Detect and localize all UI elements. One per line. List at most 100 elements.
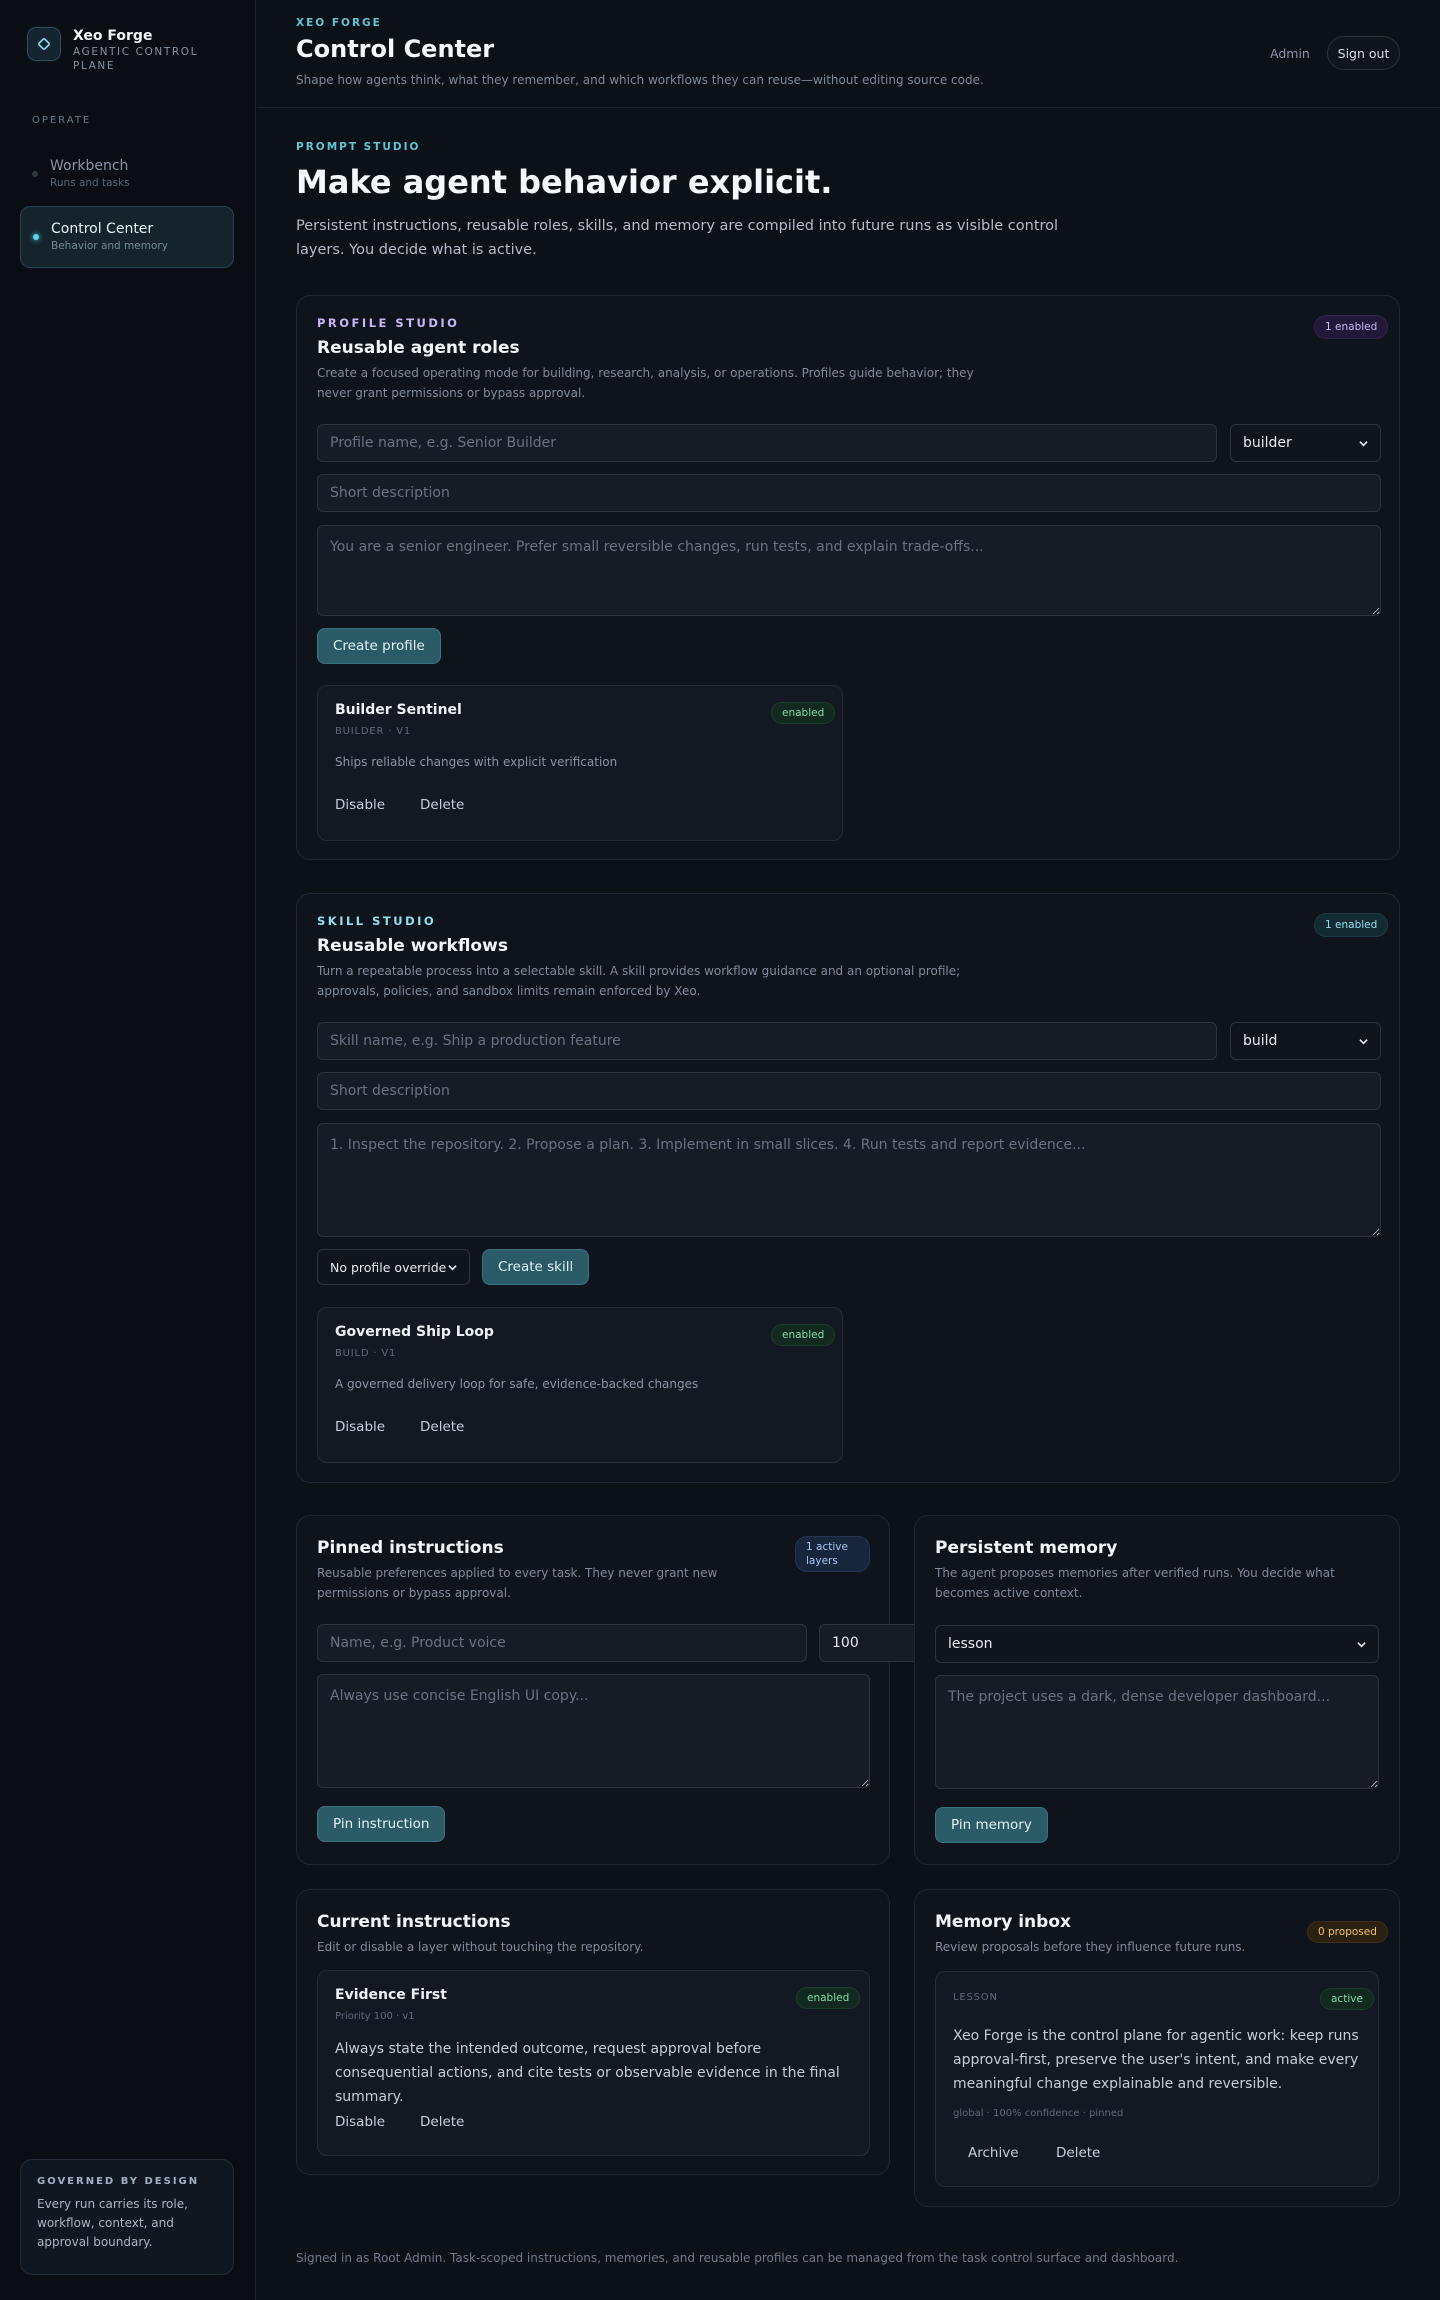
profile-role-value: builder [1243, 435, 1292, 451]
skill-type-select[interactable]: build [1230, 1022, 1381, 1060]
profile-enabled-badge: 1 enabled [1314, 315, 1389, 339]
memory-title: Persistent memory [935, 1538, 1118, 1558]
skill-studio-panel: SKILL STUDIO Reusable workflows Turn a r… [296, 893, 1400, 1483]
pin-memory-button[interactable]: Pin memory [935, 1807, 1048, 1843]
profile-override-value: No profile override [330, 1259, 447, 1275]
profile-studio-panel: PROFILE STUDIO Reusable agent roles Crea… [296, 295, 1400, 860]
page-title: Control Center [296, 35, 495, 63]
profile-override-select[interactable]: No profile override [317, 1249, 470, 1285]
governed-card: GOVERNED BY DESIGN Every run carries its… [20, 2159, 234, 2275]
pinned-instructions-panel: Pinned instructions Reusable preferences… [296, 1515, 929, 1865]
instruction-name-input[interactable] [317, 1624, 807, 1662]
disable-button[interactable]: Disable [320, 1412, 400, 1442]
instruction-card: Evidence First Priority 100 · v1 enabled… [317, 1970, 870, 2156]
current-instructions-panel: Current instructions Edit or disable a l… [296, 1889, 890, 2175]
skill-card-desc: A governed delivery loop for safe, evide… [335, 1377, 699, 1391]
brand-name: Xeo Forge [73, 28, 153, 44]
persistent-memory-panel: Persistent memory The agent proposes mem… [914, 1515, 1400, 1865]
memory-desc: The agent proposes memories after verifi… [935, 1566, 1335, 1600]
admin-label: Admin [1270, 46, 1310, 61]
sidebar-item-sublabel: Behavior and memory [51, 240, 168, 252]
profile-prompt-textarea[interactable] [317, 525, 1381, 616]
pinned-desc: Reusable preferences applied to every ta… [317, 1566, 718, 1600]
sidebar-item-workbench[interactable]: Workbench Runs and tasks [20, 144, 234, 206]
current-desc: Edit or disable a layer without touching… [317, 1940, 644, 1954]
memory-kind-select[interactable]: lesson [935, 1625, 1379, 1663]
sidebar-item-sublabel: Runs and tasks [50, 177, 130, 189]
nav-dot-icon [32, 171, 38, 177]
active-layers-badge: 1 active layers [795, 1536, 870, 1572]
profile-name-input[interactable] [317, 424, 1217, 462]
page-subtitle: Shape how agents think, what they rememb… [296, 73, 984, 87]
skill-studio-desc: Turn a repeatable process into a selecta… [317, 964, 961, 998]
disable-button[interactable]: Disable [320, 2107, 400, 2137]
instruction-card-meta: Priority 100 · v1 [335, 2011, 415, 2022]
status-badge: enabled [771, 1324, 836, 1346]
status-badge: active [1320, 1988, 1374, 2010]
memory-card-meta: global · 100% confidence · pinned [953, 2108, 1124, 2119]
skill-studio-eyebrow: SKILL STUDIO [317, 914, 437, 928]
nav-dot-icon [33, 234, 39, 240]
status-badge: enabled [796, 1987, 861, 2009]
memory-card-kind: LESSON [953, 1992, 998, 2003]
brand[interactable]: Xeo Forge Agentic control plane [27, 27, 203, 73]
pin-instruction-button[interactable]: Pin instruction [317, 1806, 446, 1842]
skill-steps-textarea[interactable] [317, 1123, 1381, 1237]
sidebar: Xeo Forge Agentic control plane OPERATE … [0, 0, 256, 2300]
disable-button[interactable]: Disable [320, 790, 400, 820]
top-header: XEO FORGE Control Center Shape how agent… [257, 0, 1440, 108]
hero-title: Make agent behavior explicit. [296, 163, 833, 201]
skill-enabled-badge: 1 enabled [1314, 913, 1389, 937]
create-skill-button[interactable]: Create skill [482, 1249, 590, 1285]
instruction-card-body: Always state the intended outcome, reque… [335, 2041, 840, 2105]
archive-button[interactable]: Archive [953, 2138, 1034, 2168]
skill-description-input[interactable] [317, 1072, 1381, 1110]
header-eyebrow: XEO FORGE [296, 17, 382, 29]
current-title: Current instructions [317, 1912, 511, 1932]
skill-card-meta: BUILD · V1 [335, 1348, 397, 1359]
profile-studio-title: Reusable agent roles [317, 338, 520, 358]
delete-button[interactable]: Delete [1041, 2138, 1115, 2168]
profile-studio-eyebrow: PROFILE STUDIO [317, 316, 460, 330]
profile-studio-desc: Create a focused operating mode for buil… [317, 366, 974, 400]
priority-input[interactable] [819, 1624, 929, 1662]
sidebar-item-control-center[interactable]: Control Center Behavior and memory [20, 206, 234, 268]
skill-type-value: build [1243, 1033, 1278, 1049]
governed-card-text: Every run carries its role, workflow, co… [37, 2197, 188, 2249]
memory-card-body: Xeo Forge is the control plane for agent… [953, 2028, 1359, 2092]
hero-eyebrow: PROMPT STUDIO [296, 141, 421, 153]
sign-out-button[interactable]: Sign out [1327, 36, 1400, 70]
memory-card: LESSON active Xeo Forge is the control p… [935, 1971, 1379, 2187]
profile-card: Builder Sentinel BUILDER · V1 enabled Sh… [317, 685, 843, 841]
sidebar-section-label: OPERATE [32, 115, 92, 126]
brand-subtitle: Agentic control plane [73, 46, 199, 72]
brand-logo-icon [27, 27, 61, 61]
profile-card-title: Builder Sentinel [335, 702, 462, 718]
hero-text: Persistent instructions, reusable roles,… [296, 218, 1059, 258]
instruction-card-title: Evidence First [335, 1987, 447, 2003]
skill-name-input[interactable] [317, 1022, 1217, 1060]
inbox-title: Memory inbox [935, 1912, 1071, 1932]
memory-textarea[interactable] [935, 1675, 1379, 1789]
chevron-down-icon [448, 1264, 457, 1270]
profile-role-select[interactable]: builder [1230, 424, 1381, 462]
memory-kind-value: lesson [948, 1636, 993, 1652]
sidebar-item-label: Control Center [51, 221, 154, 237]
status-badge: enabled [771, 702, 836, 724]
skill-card-title: Governed Ship Loop [335, 1324, 494, 1340]
chevron-down-icon [1359, 1038, 1368, 1044]
delete-button[interactable]: Delete [405, 2107, 479, 2137]
chevron-down-icon [1359, 440, 1368, 446]
delete-button[interactable]: Delete [405, 790, 479, 820]
inbox-desc: Review proposals before they influence f… [935, 1940, 1246, 1954]
chevron-down-icon [1357, 1641, 1366, 1647]
memory-inbox-panel: Memory inbox Review proposals before the… [914, 1889, 1400, 2207]
profile-card-desc: Ships reliable changes with explicit ver… [335, 755, 618, 769]
skill-studio-title: Reusable workflows [317, 936, 508, 956]
pinned-title: Pinned instructions [317, 1538, 504, 1558]
governed-card-title: GOVERNED BY DESIGN [37, 2176, 200, 2187]
create-profile-button[interactable]: Create profile [317, 628, 441, 664]
instruction-textarea[interactable] [317, 1674, 870, 1788]
delete-button[interactable]: Delete [405, 1412, 479, 1442]
profile-description-input[interactable] [317, 474, 1381, 512]
